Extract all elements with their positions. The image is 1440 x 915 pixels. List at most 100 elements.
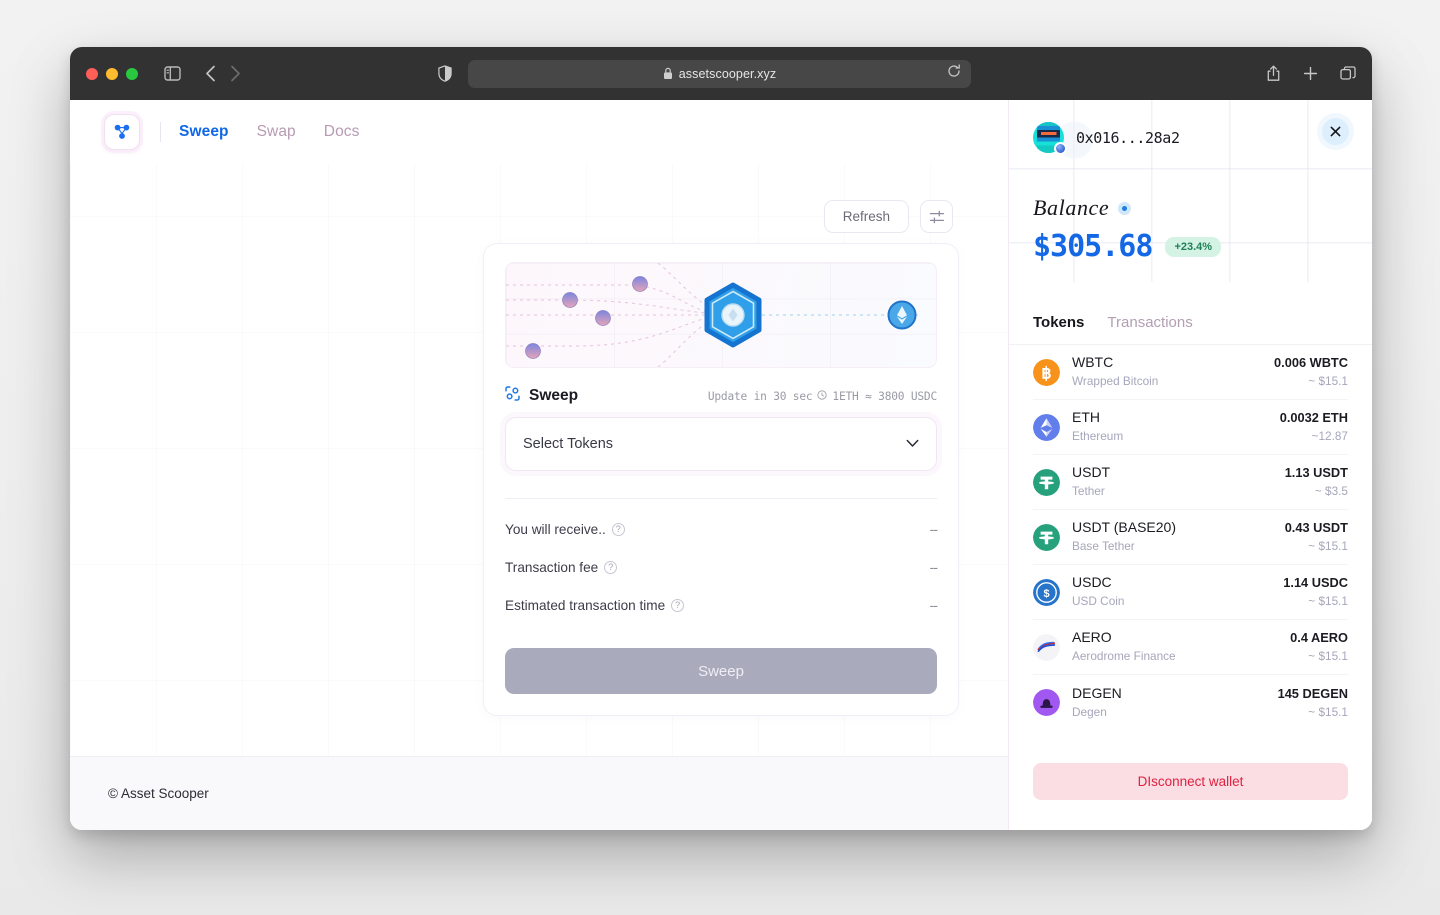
clock-icon — [817, 389, 828, 403]
select-tokens-dropdown[interactable]: Select Tokens — [505, 417, 937, 471]
browser-url-bar[interactable]: assetscooper.xyz — [468, 59, 971, 88]
token-values: 0.0032 ETH ~12.87 — [1280, 409, 1348, 445]
sweep-hero-graphic — [505, 262, 937, 368]
share-icon[interactable] — [1266, 65, 1281, 82]
minimize-window-button[interactable] — [106, 67, 118, 80]
settings-sliders-button[interactable] — [920, 200, 953, 233]
token-fullname: Wrapped Bitcoin — [1072, 374, 1159, 388]
balance-change-badge: +23.4% — [1165, 236, 1222, 257]
token-fullname: USD Coin — [1072, 594, 1125, 608]
sidebar-toggle-icon[interactable] — [164, 66, 181, 81]
eye-toggle-icon[interactable] — [1118, 201, 1132, 215]
token-usd: ~ $3.5 — [1314, 484, 1348, 498]
wbtc-icon: ฿ — [1033, 358, 1060, 386]
card-divider — [505, 498, 937, 499]
eth-icon — [1033, 413, 1060, 441]
table-row[interactable]: AERO Aerodrome Finance 0.4 AERO ~ $15.1 — [1033, 620, 1348, 675]
token-names: USDT Tether — [1072, 464, 1110, 500]
table-row[interactable]: USDT (BASE20) Base Tether 0.43 USDT ~ $1… — [1033, 510, 1348, 565]
app-toolbar: Refresh — [823, 200, 953, 233]
url-text: assetscooper.xyz — [678, 66, 777, 81]
token-amount: 145 DEGEN — [1277, 685, 1348, 701]
hexagon-hub — [704, 282, 762, 348]
sweep-rate-meta: Update in 30 sec 1ETH ≈ 3800 USDC — [708, 390, 937, 403]
wallet-address-row: 0x016...28a2 — [1033, 122, 1348, 155]
token-fullname: Base Tether — [1072, 539, 1135, 553]
sweep-card-header: Sweep Update in 30 sec 1ETH ≈ 3800 USDC — [505, 386, 937, 406]
help-circle-icon[interactable]: ? — [611, 522, 625, 536]
token-symbol: USDT (BASE20) — [1072, 519, 1176, 535]
token-usd: ~ $15.1 — [1308, 539, 1348, 553]
select-tokens-label: Select Tokens — [523, 436, 614, 452]
browser-forward-button[interactable] — [230, 65, 241, 82]
token-symbol: WBTC — [1072, 354, 1114, 370]
table-row[interactable]: ETH Ethereum 0.0032 ETH ~12.87 — [1033, 400, 1348, 455]
table-row[interactable]: USDT Tether 1.13 USDT ~ $3.5 — [1033, 455, 1348, 510]
token-names: USDT (BASE20) Base Tether — [1072, 519, 1176, 555]
token-usd: ~ $15.1 — [1308, 594, 1348, 608]
disconnect-wallet-area: DIsconnect wallet — [1009, 741, 1372, 830]
asset-scooper-logo[interactable] — [104, 113, 140, 150]
token-names: DEGEN Degen — [1072, 685, 1122, 721]
table-row[interactable]: DEGEN Degen 145 DEGEN ~ $15.1 — [1033, 675, 1348, 730]
page-body: Sweep Swap Docs Refresh Sweep Update in … — [70, 100, 1372, 830]
eth-destination-node — [887, 300, 917, 330]
balance-amount: $305.68 — [1033, 229, 1153, 264]
help-circle-icon[interactable]: ? — [604, 560, 618, 574]
nav-link-sweep[interactable]: Sweep — [179, 123, 229, 141]
browser-back-button[interactable] — [205, 65, 216, 82]
wallet-address[interactable]: 0x016...28a2 — [1076, 129, 1180, 147]
token-fullname: Tether — [1072, 484, 1105, 498]
help-circle-icon[interactable]: ? — [671, 598, 685, 612]
tab-overview-icon[interactable] — [1340, 65, 1356, 82]
token-names: USDC USD Coin — [1072, 574, 1124, 610]
usdt-icon — [1033, 468, 1060, 496]
token-fullname: Degen — [1072, 704, 1107, 719]
maximize-window-button[interactable] — [126, 67, 138, 80]
token-amount: 0.43 USDT — [1284, 520, 1348, 535]
balance-row: $305.68 +23.4% — [1033, 229, 1348, 264]
browser-titlebar: assetscooper.xyz — [70, 47, 1372, 100]
wallet-header: 0x016...28a2 Balance $305.68 +23.4% — [1009, 100, 1372, 282]
balance-label: Balance — [1033, 195, 1110, 220]
you-will-receive-label: You will receive.. — [505, 521, 606, 537]
close-icon — [1330, 126, 1341, 137]
close-panel-button[interactable] — [1322, 118, 1349, 145]
estimated-time-value: -- — [929, 597, 938, 613]
browser-window: assetscooper.xyz Sweep Swap Docs Refresh… — [70, 47, 1372, 830]
token-names: WBTC Wrapped Bitcoin — [1072, 354, 1158, 390]
table-row[interactable]: ฿ WBTC Wrapped Bitcoin 0.006 WBTC ~ $15.… — [1033, 345, 1348, 400]
tab-transactions[interactable]: Transactions — [1107, 314, 1192, 331]
token-list: ฿ WBTC Wrapped Bitcoin 0.006 WBTC ~ $15.… — [1009, 345, 1372, 741]
wallet-panel: 0x016...28a2 Balance $305.68 +23.4% Toke… — [1008, 100, 1372, 830]
refresh-button[interactable]: Refresh — [823, 200, 909, 233]
scan-frame-icon — [505, 386, 520, 406]
sliders-icon — [929, 210, 944, 223]
plus-icon[interactable] — [1303, 66, 1318, 81]
nav-link-docs[interactable]: Docs — [324, 123, 360, 141]
tab-tokens[interactable]: Tokens — [1033, 314, 1084, 331]
sweep-card: Sweep Update in 30 sec 1ETH ≈ 3800 USDC … — [483, 243, 959, 716]
sweep-submit-button[interactable]: Sweep — [505, 648, 937, 694]
lock-icon — [663, 67, 672, 79]
chevron-down-icon — [906, 435, 919, 453]
table-row[interactable]: $ USDC USD Coin 1.14 USDC ~ $15.1 — [1033, 565, 1348, 620]
token-amount: 0.006 WBTC — [1274, 355, 1348, 370]
avatar — [1033, 122, 1067, 155]
app-main: Refresh Sweep Update in 30 sec 1ETH ≈ 38… — [70, 163, 1008, 756]
usdc-icon: $ — [1033, 578, 1060, 606]
token-values: 145 DEGEN ~ $15.1 — [1278, 685, 1348, 721]
token-symbol: USDC — [1072, 574, 1112, 590]
transaction-fee-row: Transaction fee ? -- — [505, 559, 938, 575]
token-usd: ~12.87 — [1311, 429, 1348, 443]
token-usd: ~ $15.1 — [1308, 704, 1348, 719]
svg-text:$: $ — [1043, 588, 1049, 600]
token-symbol: ETH — [1072, 409, 1100, 425]
usdt-icon — [1033, 523, 1060, 551]
nav-link-swap[interactable]: Swap — [257, 123, 296, 141]
disconnect-wallet-button[interactable]: DIsconnect wallet — [1033, 763, 1348, 800]
shield-icon[interactable] — [438, 65, 452, 82]
token-values: 0.006 WBTC ~ $15.1 — [1274, 354, 1348, 390]
close-window-button[interactable] — [86, 67, 98, 80]
reload-icon[interactable] — [947, 64, 961, 83]
